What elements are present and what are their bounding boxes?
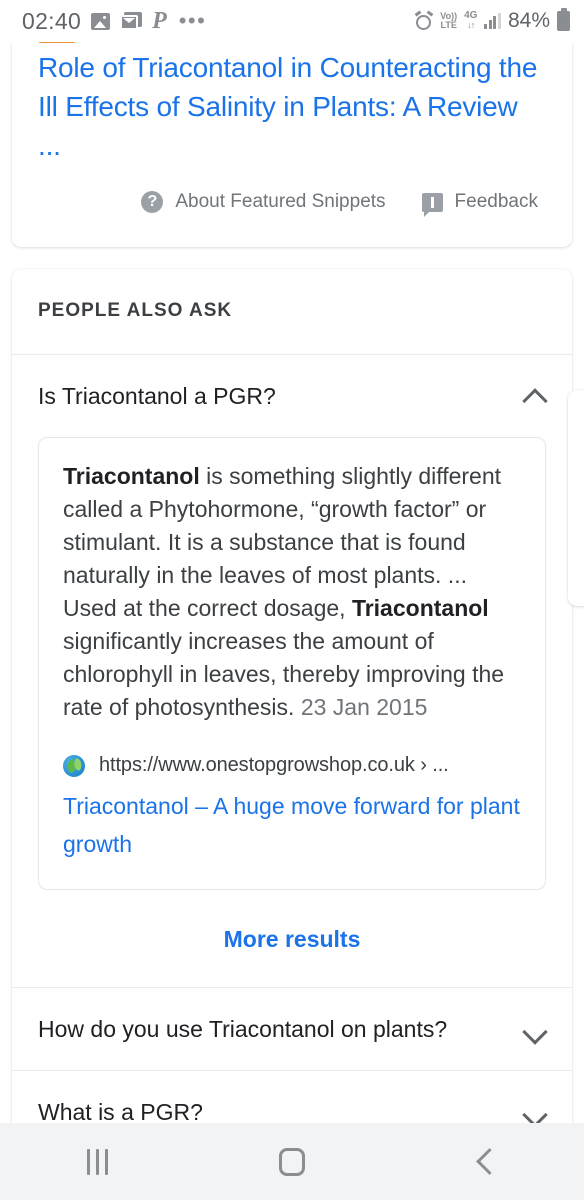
paa-source-block[interactable]: https://www.onestopgrowshop.co.uk › ... …	[63, 754, 521, 863]
paa-answer-date: 23 Jan 2015	[301, 694, 428, 720]
paa-answer-wrapper: Triacontanol is something slightly diffe…	[12, 437, 572, 890]
answer-bold-term-1: Triacontanol	[63, 463, 200, 489]
status-bar-left-group: 02:40 P •••	[22, 8, 206, 35]
paa-question-row-2[interactable]: What is a PGR?	[12, 1071, 572, 1123]
more-results-link[interactable]: More results	[224, 926, 361, 953]
clipped-accent-bar	[38, 42, 76, 43]
paa-item-collapsed-2: What is a PGR?	[12, 1071, 572, 1123]
status-clock: 02:40	[22, 8, 81, 35]
status-bar: 02:40 P ••• Vo)) LTE 4G ↓↑ 84%	[0, 0, 584, 42]
chevron-down-icon[interactable]	[522, 1016, 548, 1042]
about-featured-snippets-label: About Featured Snippets	[175, 191, 385, 213]
back-button[interactable]	[389, 1123, 584, 1200]
answer-body-2: significantly increases the amount of ch…	[63, 628, 504, 720]
chevron-up-icon[interactable]	[522, 383, 548, 409]
featured-snippet-title-link[interactable]: Role of Triacontanol in Counteracting th…	[38, 42, 546, 165]
back-icon	[476, 1148, 503, 1175]
volte-line-2: LTE	[441, 20, 457, 30]
leaf-favicon-icon	[63, 755, 85, 777]
more-results-row: More results	[12, 890, 572, 987]
feedback-button[interactable]: Feedback	[422, 191, 538, 213]
paa-item-expanded: Is Triacontanol a PGR? Triacontanol is s…	[12, 355, 572, 988]
overflow-dots-icon: •••	[179, 16, 207, 26]
people-also-ask-card: PEOPLE ALSO ASK Is Triacontanol a PGR? T…	[12, 269, 572, 1123]
volte-icon: Vo)) LTE	[440, 12, 457, 31]
paa-question-row-0[interactable]: Is Triacontanol a PGR?	[12, 355, 572, 437]
data-arrows-icon: ↓↑	[467, 20, 474, 30]
status-bar-right-group: Vo)) LTE 4G ↓↑ 84%	[415, 9, 570, 33]
paa-source-url-row[interactable]: https://www.onestopgrowshop.co.uk › ...	[63, 754, 521, 777]
people-also-ask-header: PEOPLE ALSO ASK	[12, 269, 572, 355]
mail-icon	[120, 12, 142, 30]
paa-source-url: https://www.onestopgrowshop.co.uk › ...	[99, 754, 449, 777]
paa-item-collapsed-1: How do you use Triacontanol on plants?	[12, 988, 572, 1071]
answer-bold-term-2: Triacontanol	[352, 595, 489, 621]
chevron-down-icon[interactable]	[522, 1099, 548, 1123]
help-circle-icon: ?	[141, 191, 163, 213]
gallery-icon	[91, 13, 110, 30]
paa-answer-box: Triacontanol is something slightly diffe…	[38, 437, 546, 890]
paa-question-label-0: Is Triacontanol a PGR?	[38, 381, 522, 411]
paypal-icon: P	[152, 9, 165, 33]
signal-bars-icon	[484, 13, 501, 29]
battery-icon	[557, 11, 570, 31]
battery-percent-label: 84%	[508, 9, 550, 33]
alarm-icon	[415, 12, 433, 30]
volte-line-1: Vo))	[440, 11, 457, 21]
feedback-icon	[422, 193, 443, 212]
android-navigation-bar	[0, 1123, 584, 1200]
home-icon	[279, 1148, 305, 1176]
feedback-label: Feedback	[455, 191, 538, 213]
about-featured-snippets-button[interactable]: ? About Featured Snippets	[141, 191, 385, 213]
paa-source-title-link[interactable]: Triacontanol – A huge move forward for p…	[63, 787, 521, 863]
paa-question-label-2: What is a PGR?	[38, 1097, 522, 1123]
paa-question-row-1[interactable]: How do you use Triacontanol on plants?	[12, 988, 572, 1070]
search-results-page[interactable]: Role of Triacontanol in Counteracting th…	[0, 42, 584, 1123]
recents-button[interactable]	[0, 1123, 195, 1200]
paa-question-label-1: How do you use Triacontanol on plants?	[38, 1014, 522, 1044]
paa-answer-text: Triacontanol is something slightly diffe…	[63, 460, 521, 724]
recents-icon	[87, 1149, 108, 1175]
offscreen-card-peek[interactable]	[568, 390, 584, 606]
featured-snippet-actions: ? About Featured Snippets Feedback	[38, 165, 546, 247]
home-button[interactable]	[195, 1123, 390, 1200]
network-type-icon: 4G ↓↑	[464, 11, 477, 31]
featured-snippet-card: Role of Triacontanol in Counteracting th…	[12, 42, 572, 247]
